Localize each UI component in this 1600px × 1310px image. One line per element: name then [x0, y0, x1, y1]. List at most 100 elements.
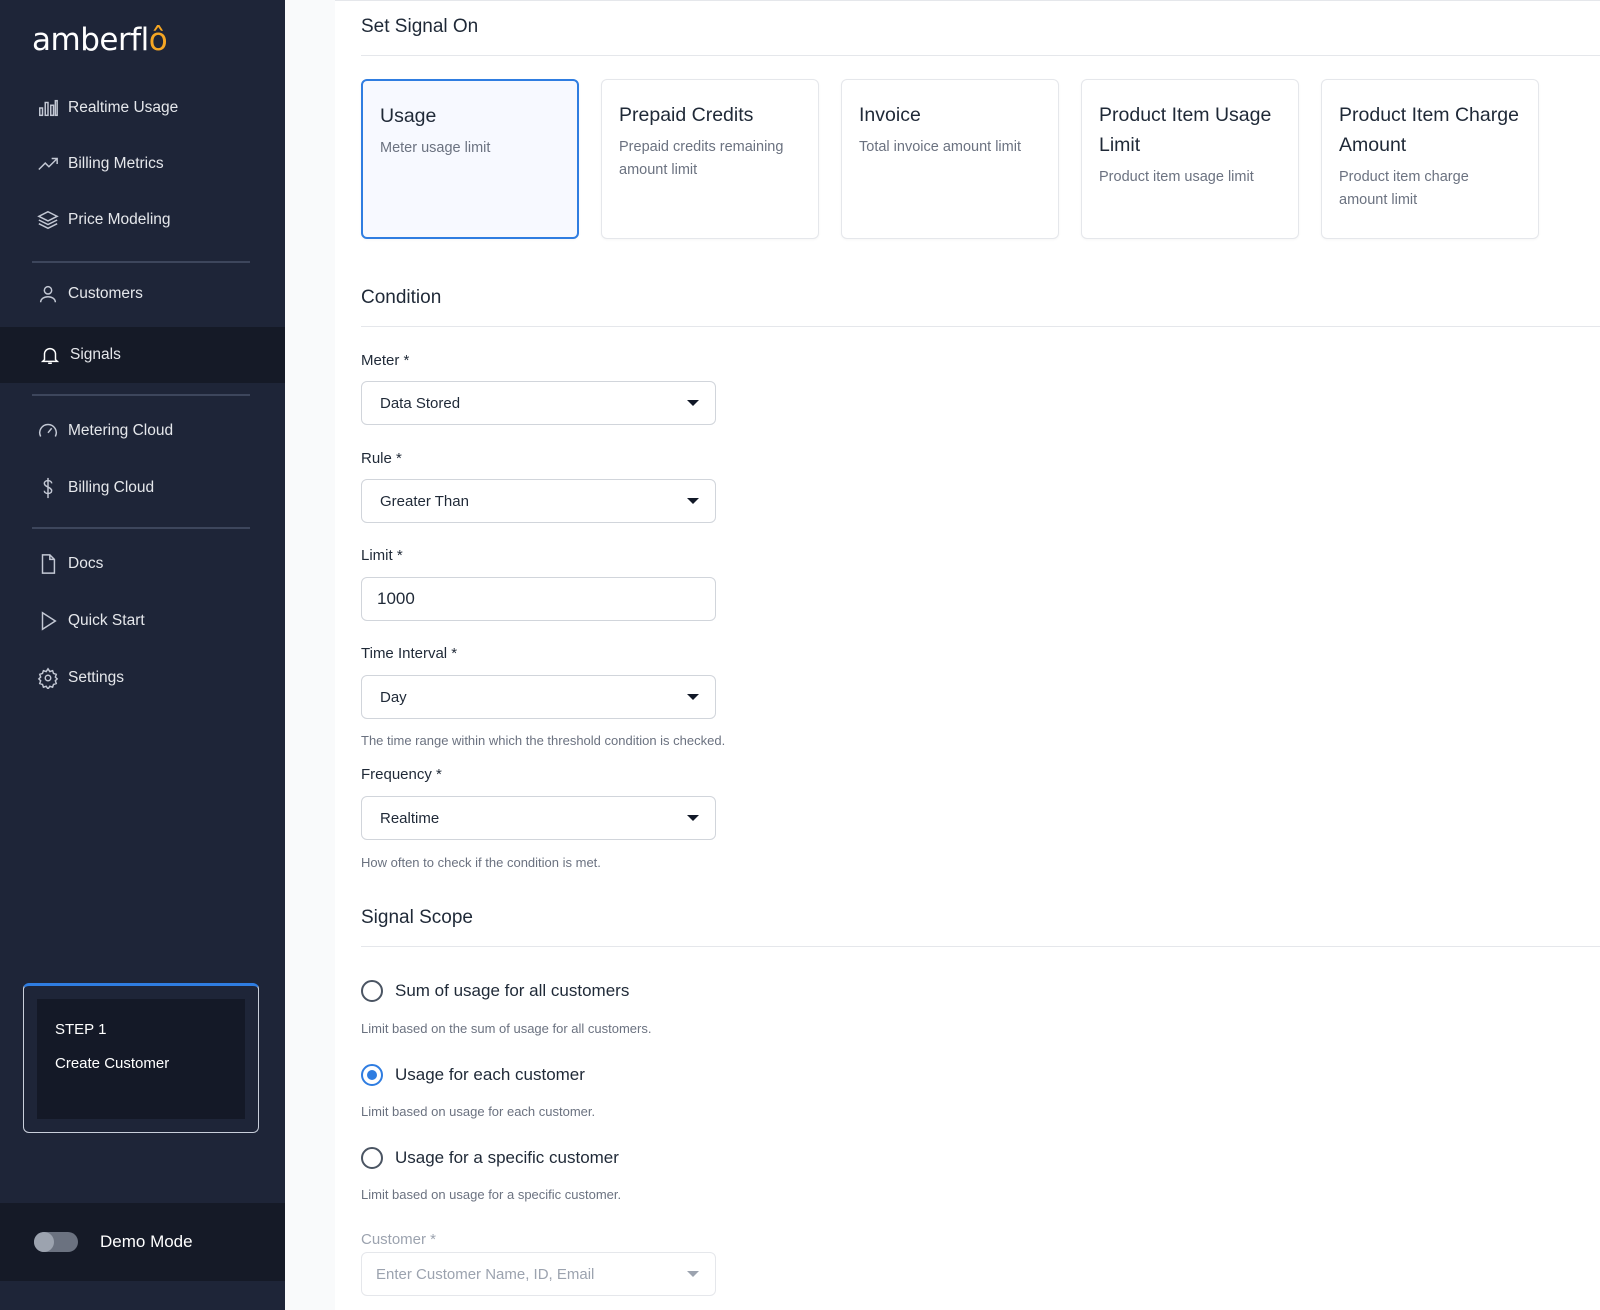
section-divider: [361, 55, 1600, 56]
sidebar-item-label: Quick Start: [68, 612, 145, 629]
sidebar-divider: [32, 261, 250, 263]
customer-label: Customer *: [361, 1231, 437, 1248]
frequency-help: How often to check if the condition is m…: [361, 855, 601, 870]
sidebar-item-label: Billing Cloud: [68, 479, 155, 496]
radio-button[interactable]: [361, 1147, 383, 1169]
sidebar-item-docs[interactable]: Docs: [0, 536, 285, 592]
sidebar-item-label: Billing Metrics: [68, 155, 164, 172]
sidebar-item-label: Signals: [70, 346, 121, 363]
sidebar-item-customers[interactable]: Customers: [0, 266, 285, 322]
radio-label: Usage for each customer: [395, 1065, 585, 1084]
layers-icon: [36, 208, 60, 232]
meter-label: Meter *: [361, 352, 410, 369]
demo-mode-label: Demo Mode: [100, 1232, 193, 1251]
onboarding-step-card[interactable]: STEP 1 Create Customer: [23, 983, 259, 1133]
sidebar-divider: [32, 527, 250, 529]
sidebar-divider: [32, 394, 250, 396]
card-description: Prepaid credits remaining amount limit: [619, 139, 784, 178]
radio-label: Usage for a specific customer: [395, 1148, 619, 1167]
section-divider: [361, 946, 1600, 947]
bar-chart-icon: [36, 96, 60, 120]
radio-label: Sum of usage for all customers: [395, 981, 630, 1000]
set-signal-on-title: Set Signal On: [361, 16, 479, 37]
chevron-down-icon: [687, 694, 699, 700]
signal-form: Set Signal On Usage Meter usage limit Pr…: [335, 0, 1600, 1310]
signal-type-card-product-item-usage[interactable]: Product Item Usage Limit Product item us…: [1081, 79, 1299, 239]
sidebar-item-label: Realtime Usage: [68, 99, 179, 116]
sidebar-item-price-modeling[interactable]: Price Modeling: [0, 192, 285, 248]
sidebar-item-settings[interactable]: Settings: [0, 650, 285, 706]
customer-select[interactable]: Enter Customer Name, ID, Email: [361, 1252, 716, 1296]
signal-type-card-invoice[interactable]: Invoice Total invoice amount limit: [841, 79, 1059, 239]
time-interval-select[interactable]: Day: [361, 675, 716, 719]
sidebar-item-label: Settings: [68, 669, 125, 686]
scope-option-specific-customer[interactable]: Usage for a specific customer: [361, 1147, 619, 1169]
signal-type-card-product-item-charge[interactable]: Product Item Charge Amount Product item …: [1321, 79, 1539, 239]
limit-input[interactable]: 1000: [361, 577, 716, 621]
frequency-label: Frequency *: [361, 766, 442, 783]
sidebar-item-metering-cloud[interactable]: Metering Cloud: [0, 403, 285, 459]
sidebar-item-billing-metrics[interactable]: Billing Metrics: [0, 136, 285, 192]
card-title: Product Item Charge Amount: [1339, 104, 1519, 156]
limit-label: Limit *: [361, 547, 403, 564]
meter-select[interactable]: Data Stored: [361, 381, 716, 425]
signal-type-card-usage[interactable]: Usage Meter usage limit: [361, 79, 579, 239]
logo: amberflô: [32, 22, 168, 58]
sidebar-item-realtime-usage[interactable]: Realtime Usage: [0, 80, 285, 136]
demo-mode-toggle[interactable]: [34, 1232, 78, 1252]
time-interval-value: Day: [380, 688, 407, 706]
section-divider: [361, 326, 1600, 327]
top-border: [335, 0, 1600, 1]
sidebar-item-billing-cloud[interactable]: Billing Cloud: [0, 460, 285, 516]
card-title: Invoice: [859, 104, 921, 126]
card-description: Total invoice amount limit: [859, 139, 1021, 155]
step-description: Create Customer: [55, 1055, 170, 1072]
signal-type-card-prepaid-credits[interactable]: Prepaid Credits Prepaid credits remainin…: [601, 79, 819, 239]
play-icon: [36, 609, 60, 633]
chevron-down-icon: [687, 498, 699, 504]
bell-icon: [38, 343, 62, 367]
signal-scope-title: Signal Scope: [361, 907, 473, 928]
scope-help: Limit based on usage for a specific cust…: [361, 1187, 622, 1202]
condition-title: Condition: [361, 287, 442, 308]
card-description: Meter usage limit: [380, 140, 491, 156]
card-title: Usage: [380, 105, 437, 127]
step-number: STEP 1: [55, 1021, 107, 1038]
card-title: Product Item Usage Limit: [1099, 104, 1272, 156]
sidebar-item-signals[interactable]: Signals: [0, 327, 285, 383]
rule-label: Rule *: [361, 450, 402, 467]
user-icon: [36, 282, 60, 306]
card-description: Product item usage limit: [1099, 169, 1254, 185]
frequency-value: Realtime: [380, 809, 440, 827]
sidebar-item-label: Price Modeling: [68, 211, 171, 228]
customer-placeholder: Enter Customer Name, ID, Email: [376, 1265, 595, 1283]
sidebar-item-quick-start[interactable]: Quick Start: [0, 593, 285, 649]
gear-icon: [36, 666, 60, 690]
demo-mode-bar: Demo Mode: [0, 1203, 285, 1281]
scope-help: Limit based on usage for each customer.: [361, 1104, 596, 1119]
document-icon: [36, 552, 60, 576]
frequency-select[interactable]: Realtime: [361, 796, 716, 840]
gauge-icon: [36, 419, 60, 443]
trend-line-icon: [36, 152, 60, 176]
limit-value: 1000: [377, 589, 415, 608]
rule-value: Greater Than: [380, 492, 469, 510]
time-interval-label: Time Interval *: [361, 645, 458, 662]
card-title: Prepaid Credits: [619, 104, 754, 126]
radio-button[interactable]: [361, 1064, 383, 1086]
scope-option-all-customers[interactable]: Sum of usage for all customers: [361, 980, 629, 1002]
chevron-down-icon: [687, 400, 699, 406]
radio-button[interactable]: [361, 980, 383, 1002]
chevron-down-icon: [687, 1271, 699, 1277]
sidebar: amberflô Realtime Usage Billing Metrics …: [0, 0, 285, 1310]
main-area: Set Signal On Usage Meter usage limit Pr…: [285, 0, 1600, 1310]
card-description: Product item charge amount limit: [1339, 169, 1469, 208]
dollar-icon: [36, 476, 60, 500]
rule-select[interactable]: Greater Than: [361, 479, 716, 523]
step-card-body: STEP 1 Create Customer: [37, 999, 245, 1119]
time-interval-help: The time range within which the threshol…: [361, 733, 726, 748]
chevron-down-icon: [687, 815, 699, 821]
scope-help: Limit based on the sum of usage for all …: [361, 1021, 652, 1036]
sidebar-item-label: Docs: [68, 555, 104, 572]
scope-option-each-customer[interactable]: Usage for each customer: [361, 1064, 585, 1086]
